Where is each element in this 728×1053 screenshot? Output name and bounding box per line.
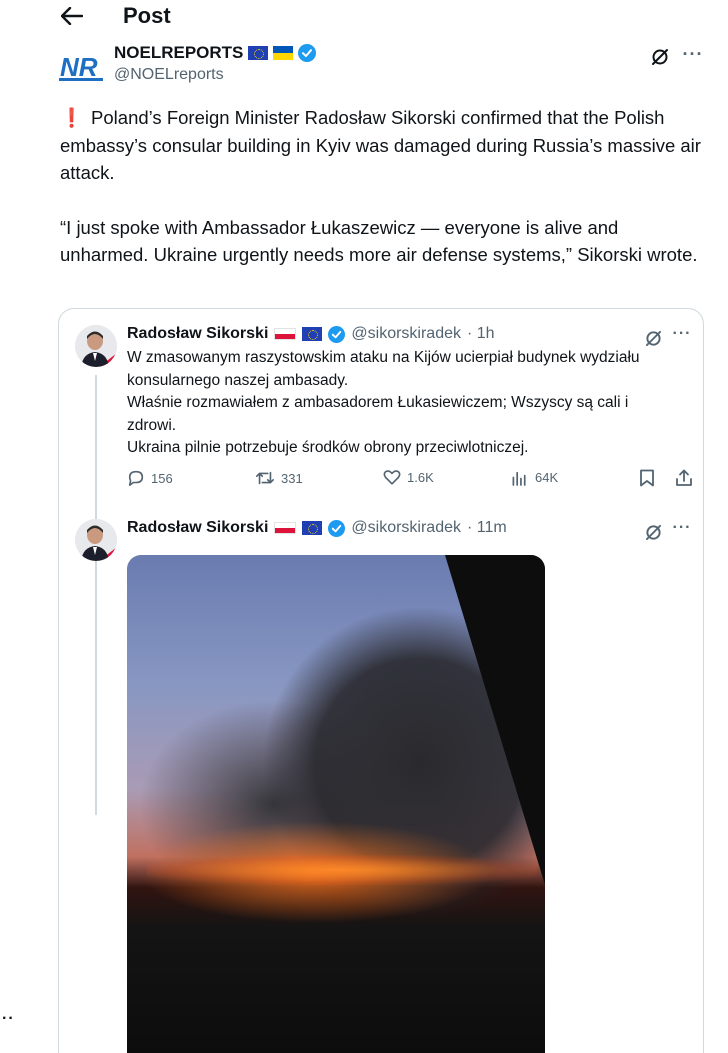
nr-logo-icon: NR [59,51,103,81]
quoted-text-line: Właśnie rozmawiałem z ambasadorem Łukasi… [127,394,629,411]
verified-badge-icon [328,519,346,537]
ukraine-flag-icon [273,46,294,60]
grok-button[interactable] [641,521,665,543]
post-header: Post [0,0,728,36]
repost-count: 331 [281,470,303,486]
quoted-text-line: Ukraina pilnie potrzebuje środków obrony… [127,439,529,456]
reply-icon [128,470,144,487]
quoted-text-line: W zmasowanym raszystowskim ataku na Kijó… [127,349,640,366]
back-button[interactable] [56,2,88,30]
quoted-author-avatar[interactable] [75,519,117,561]
post-paragraph-2: “I just spoke with Ambassador Łukaszewic… [60,216,698,266]
author-name[interactable]: NOELREPORTS [114,43,243,63]
eu-flag-icon [302,327,323,341]
poland-flag-icon [274,328,297,340]
quoted-post-time[interactable]: · 11m [467,519,507,537]
verified-badge-icon [328,325,346,343]
author-name-row: NOELREPORTS [114,43,317,63]
quoted-post-time[interactable]: · 1h [467,325,495,343]
quoted-more-button[interactable]: ··· [669,519,695,537]
media-fire-glow [147,855,537,885]
grok-icon [652,49,668,65]
grok-button[interactable] [641,327,665,349]
like-button[interactable]: 1.6K [383,469,434,486]
quoted-post-header-1: Radosław Sikorski @sikorskiradek · 1h [127,325,495,343]
share-button[interactable] [675,469,693,487]
analytics-icon [512,471,526,486]
verified-badge-icon [298,44,317,62]
svg-text:NR: NR [60,52,98,81]
reply-count: 156 [151,470,173,486]
repost-button[interactable]: 331 [255,469,303,487]
post-paragraph-1: ❗ Poland’s Foreign Minister Radosław Siko… [60,104,710,187]
grok-button[interactable] [648,46,672,68]
bookmark-icon [640,469,654,487]
quoted-post-header-2: Radosław Sikorski @sikorskiradek · 11m [127,519,507,537]
views-button[interactable]: 64K [511,469,558,486]
quoted-author-name[interactable]: Radosław Sikorski [127,519,268,537]
bookmark-button[interactable] [639,469,655,487]
post-body: ❗ Poland’s Foreign Minister Radosław Siko… [60,104,710,296]
quoted-text-line: zdrowi. [127,416,177,434]
poland-flag-icon [274,522,297,534]
grok-icon [645,330,661,346]
post-author: NR NOELREPORTS @NOELreports ··· [58,42,708,88]
grok-icon [645,524,661,540]
quoted-author-handle[interactable]: @sikorskiradek [351,325,461,343]
author-handle: @NOELreports [114,66,224,83]
post-paragraph-1-text: Poland’s Foreign Minister Radosław Sikor… [60,107,701,183]
page-title: Post [123,3,171,28]
eu-flag-icon [302,521,323,535]
quoted-post-card[interactable]: Radosław Sikorski @sikorskiradek · 1h ··… [58,308,704,1053]
eu-flag-icon [248,46,269,60]
more-options-button[interactable]: ··· [680,44,706,66]
side-more-indicator[interactable]: ·· [2,1010,15,1028]
alert-icon: ❗ [60,107,84,128]
view-count: 64K [535,470,559,485]
repost-icon [256,471,274,485]
media-shadow-overlay [445,555,545,885]
like-count: 1.6K [407,470,434,485]
action-bar: 156 331 1.6K 64K [127,469,697,497]
person-portrait-icon [75,325,117,367]
author-avatar[interactable]: NR [58,46,104,86]
heart-icon [383,470,401,485]
quoted-post-text: W zmasowanym raszystowskim ataku na Kijó… [127,347,687,460]
share-icon [676,469,692,486]
thread-connector-line [95,375,97,815]
person-portrait-icon [75,519,117,561]
quoted-author-handle[interactable]: @sikorskiradek [351,519,461,537]
arrow-left-icon [61,7,83,25]
quoted-author-avatar[interactable] [75,325,117,367]
quoted-text-line: konsularnego naszej ambasady. [127,371,349,389]
quoted-more-button[interactable]: ··· [669,325,695,343]
quoted-author-name[interactable]: Radosław Sikorski [127,325,268,343]
reply-button[interactable]: 156 [127,469,173,487]
post-media-image[interactable] [127,555,545,1053]
